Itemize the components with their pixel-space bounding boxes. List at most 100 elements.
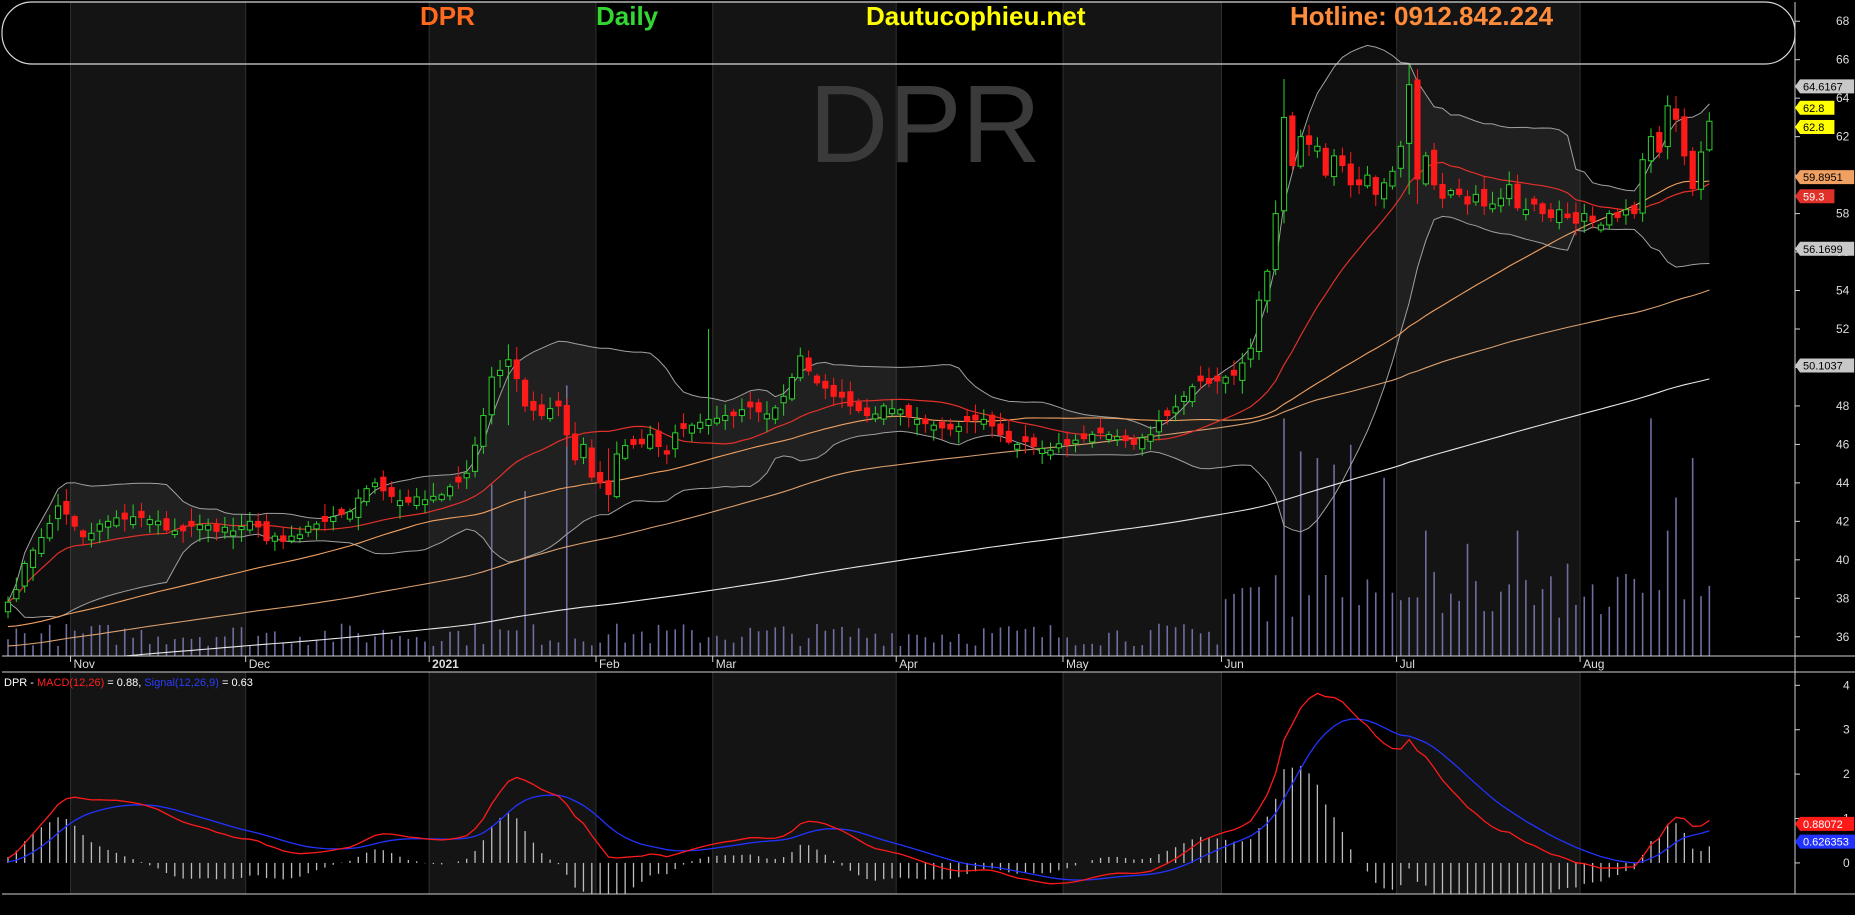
month-label: Jul: [1400, 657, 1415, 671]
candle-body: [1322, 147, 1329, 176]
candle-body: [471, 444, 479, 472]
price-tick-label: 38: [1836, 591, 1850, 605]
price-tick-label: 40: [1836, 553, 1850, 567]
candle-body: [1689, 150, 1696, 190]
candle-body: [54, 505, 62, 520]
macd-tick-label: 2: [1843, 767, 1850, 781]
value-badge-label: 59.3: [1803, 191, 1824, 203]
header-hotline: Hotline: 0912.842.224: [1290, 1, 1554, 31]
candle-body: [872, 413, 879, 420]
candle-body: [1706, 120, 1713, 151]
candle-body: [79, 530, 87, 538]
candle-body: [230, 530, 237, 537]
month-label: 2021: [432, 657, 459, 671]
candle-body: [246, 520, 253, 531]
price-tick-label: 42: [1836, 514, 1850, 528]
candle-body: [1189, 386, 1196, 403]
candle-body: [430, 495, 437, 501]
candle-body: [1064, 439, 1071, 445]
candle-body: [213, 524, 220, 532]
month-band: [429, 672, 596, 894]
candle-body: [897, 409, 904, 415]
candle-body: [1581, 213, 1588, 222]
candle-body: [697, 421, 704, 429]
candle-body: [588, 447, 595, 478]
candle-body: [1556, 209, 1563, 223]
candle-body: [563, 405, 570, 436]
candle-body: [1205, 377, 1213, 384]
candle-body: [1330, 155, 1338, 178]
candle-body: [1614, 212, 1621, 218]
candle-body: [1247, 347, 1254, 360]
candle-body: [638, 438, 645, 445]
candle-body: [255, 520, 262, 528]
candle-body: [446, 486, 454, 497]
candle-body: [863, 407, 871, 417]
candle-body: [1647, 136, 1655, 162]
candle-body: [1381, 182, 1388, 200]
candle-body: [605, 480, 612, 495]
candle-body: [822, 380, 829, 389]
candle-body: [555, 400, 562, 407]
candle-body: [997, 423, 1004, 436]
candle-body: [1197, 375, 1204, 382]
candle-body: [288, 535, 295, 542]
candle-body: [747, 401, 754, 408]
candle-body: [813, 375, 821, 384]
value-badge-label: 0.626353: [1803, 837, 1849, 849]
candle-body: [1597, 224, 1605, 231]
candle-body: [1314, 145, 1321, 152]
candle-body: [1406, 84, 1413, 144]
candle-body: [1022, 436, 1029, 443]
candle-body: [1030, 437, 1037, 447]
month-label: Feb: [599, 657, 620, 671]
candle-body: [938, 421, 946, 429]
candle-body: [1697, 151, 1705, 190]
candle-body: [21, 562, 28, 587]
candle-body: [955, 426, 962, 432]
candle-body: [405, 496, 412, 503]
candle-body: [330, 516, 337, 523]
header-ticker: DPR: [420, 1, 475, 31]
candle-body: [271, 535, 278, 542]
candle-body: [838, 391, 846, 398]
macd-legend: DPR - MACD(12,26) = 0.88, Signal(12,26,9…: [4, 677, 253, 689]
candle-body: [1047, 449, 1054, 456]
value-badge-label: 59.8951: [1803, 172, 1843, 184]
candle-body: [1606, 213, 1613, 226]
candle-body: [238, 526, 245, 530]
candle-body: [1089, 433, 1096, 443]
month-label: Mar: [716, 657, 737, 671]
candle-body: [780, 395, 787, 404]
price-tick-label: 58: [1836, 207, 1850, 221]
value-badge-label: 50.1037: [1803, 360, 1843, 372]
candle-body: [805, 357, 812, 372]
month-band: [712, 672, 897, 894]
candle-body: [113, 517, 120, 527]
candle-body: [130, 516, 137, 526]
candle-body: [96, 523, 103, 532]
candle-body: [1139, 437, 1146, 450]
value-badge-label: 64.6167: [1803, 81, 1843, 93]
chart-stage: DPR 363840424446485052545658606264666801…: [0, 0, 1855, 910]
candle-body: [496, 369, 504, 377]
candle-body: [1272, 213, 1279, 271]
price-tick-label: 68: [1836, 14, 1850, 28]
candle-body: [1105, 434, 1112, 440]
candle-body: [63, 501, 70, 515]
candle-body: [905, 405, 912, 418]
candle-body: [772, 407, 779, 420]
candle-body: [1422, 155, 1429, 185]
macd-tick-label: 0: [1843, 856, 1850, 870]
candle-body: [88, 532, 95, 541]
candle-body: [1155, 420, 1163, 433]
candle-body: [722, 415, 729, 421]
candle-body: [755, 402, 762, 413]
macd-tick-label: 3: [1843, 723, 1850, 737]
candle-body: [280, 535, 287, 542]
candle-body: [1122, 435, 1129, 442]
ticker-watermark: DPR: [809, 63, 1041, 186]
candle-body: [121, 512, 128, 520]
candle-body: [980, 418, 987, 425]
candle-body: [738, 409, 746, 417]
